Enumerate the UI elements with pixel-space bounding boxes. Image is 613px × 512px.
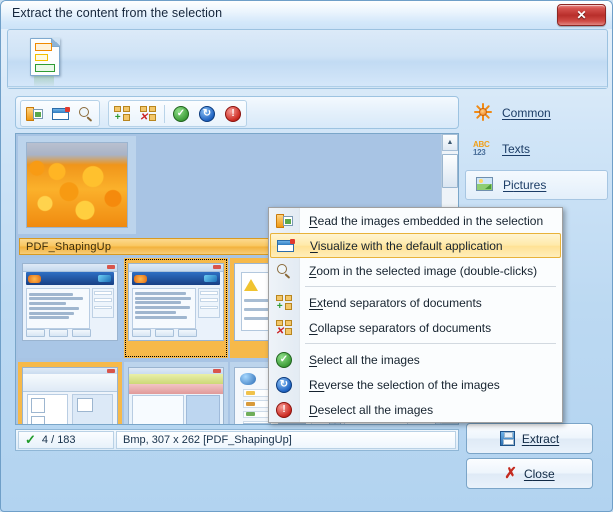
menu-separator bbox=[269, 283, 562, 290]
extract-button-label: Extract bbox=[521, 431, 560, 446]
list-item[interactable] bbox=[124, 258, 228, 358]
sidebar-item-common[interactable]: Common bbox=[465, 98, 608, 128]
menu-item-reverse-selection[interactable]: ↻ Reverse the selection of the images bbox=[269, 372, 562, 397]
group-separator-label: PDF_ShapingUp bbox=[26, 240, 112, 253]
menu-item-label: Deselect all the images bbox=[309, 402, 434, 417]
toolbar-collapse-separators-button[interactable]: ✕ bbox=[135, 101, 161, 126]
thumbnail-image bbox=[22, 367, 118, 424]
collapse-separators-icon: ✕ bbox=[139, 105, 157, 122]
toolbar-reverse-selection-button[interactable]: ↻ bbox=[194, 101, 220, 126]
dialog-window: Extract the content from the selection ✕ bbox=[0, 0, 613, 512]
sun-gear-icon bbox=[473, 103, 495, 122]
status-count-cell: ✓ 4 / 183 bbox=[18, 431, 114, 449]
menu-item-collapse-separators[interactable]: ✕ Collapse separators of documents bbox=[269, 315, 562, 340]
chevron-up-icon: ▲ bbox=[446, 139, 454, 146]
sidebar-item-texts[interactable]: ABC 123 Texts bbox=[465, 134, 608, 164]
menu-item-label: Visualize with the default application bbox=[310, 238, 503, 253]
thumbnail-image bbox=[22, 263, 118, 341]
green-check-circle-icon: ✓ bbox=[276, 351, 292, 368]
menu-item-label: Select all the images bbox=[309, 352, 420, 367]
visualize-window-icon bbox=[51, 106, 70, 122]
magnifier-icon bbox=[78, 106, 95, 122]
window-close-button[interactable]: ✕ bbox=[557, 4, 606, 26]
menu-item-extend-separators[interactable]: + Extend separators of documents bbox=[269, 290, 562, 315]
menu-item-label: Zoom in the selected image (double-click… bbox=[309, 263, 538, 278]
close-icon: ✕ bbox=[576, 8, 587, 22]
menu-item-label: Read the images embedded in the selectio… bbox=[309, 213, 544, 228]
extend-separators-icon: + bbox=[275, 294, 293, 311]
collapse-separators-icon: ✕ bbox=[275, 319, 293, 336]
menu-item-deselect-all[interactable]: ! Deselect all the images bbox=[269, 397, 562, 422]
sidebar-item-common-label: Common bbox=[502, 106, 551, 120]
red-exclamation-circle-icon: ! bbox=[276, 401, 292, 418]
thumbnail-image bbox=[26, 142, 128, 228]
list-item[interactable] bbox=[18, 258, 122, 358]
toolbar-select-all-button[interactable]: ✓ bbox=[168, 101, 194, 126]
extract-button[interactable]: Extract bbox=[466, 423, 593, 454]
magnifier-icon bbox=[276, 263, 293, 279]
menu-item-label: Collapse separators of documents bbox=[309, 320, 492, 335]
visualize-window-icon bbox=[277, 238, 295, 254]
picture-icon bbox=[474, 176, 496, 194]
list-item[interactable] bbox=[18, 362, 122, 424]
toolbar-visualize-button[interactable] bbox=[47, 101, 73, 126]
sidebar-item-pictures-label: Pictures bbox=[503, 178, 547, 192]
thumbnail-image bbox=[128, 263, 224, 341]
blue-arrow-circle-icon: ↻ bbox=[276, 376, 292, 393]
blue-arrow-circle-icon: ↻ bbox=[199, 105, 215, 122]
green-check-circle-icon: ✓ bbox=[173, 105, 189, 122]
scroll-up-button[interactable]: ▲ bbox=[442, 134, 458, 151]
toolbar-read-images-button[interactable] bbox=[21, 101, 47, 126]
menu-item-zoom-image[interactable]: Zoom in the selected image (double-click… bbox=[269, 258, 562, 283]
toolbar: + ✕ ✓ ↻ ! bbox=[15, 96, 459, 129]
floppy-save-icon bbox=[499, 431, 515, 446]
document-content-icon bbox=[30, 38, 62, 88]
red-exclamation-circle-icon: ! bbox=[225, 105, 241, 122]
status-info-label: Bmp, 307 x 262 [PDF_ShapingUp] bbox=[123, 434, 292, 446]
abc123-icon: ABC 123 bbox=[473, 140, 490, 157]
title-bar: Extract the content from the selection ✕ bbox=[1, 1, 612, 29]
toolbar-group-separators: + ✕ ✓ ↻ ! bbox=[108, 100, 247, 127]
menu-separator bbox=[269, 340, 562, 347]
read-images-icon bbox=[275, 213, 293, 229]
window-title: Extract the content from the selection bbox=[12, 6, 223, 20]
scrollbar-thumb[interactable] bbox=[442, 154, 458, 188]
close-button[interactable]: ✗ Close bbox=[466, 458, 593, 489]
menu-item-visualize[interactable]: Visualize with the default application bbox=[270, 233, 561, 258]
toolbar-deselect-all-button[interactable]: ! bbox=[220, 101, 246, 126]
list-item[interactable] bbox=[124, 362, 228, 424]
menu-item-select-all[interactable]: ✓ Select all the images bbox=[269, 347, 562, 372]
sidebar-item-texts-label: Texts bbox=[502, 142, 531, 156]
list-item[interactable] bbox=[18, 136, 136, 234]
extend-separators-icon: + bbox=[113, 105, 131, 122]
status-info-cell: Bmp, 307 x 262 [PDF_ShapingUp] bbox=[116, 431, 456, 449]
check-icon: ✓ bbox=[25, 432, 36, 447]
toolbar-divider bbox=[164, 104, 165, 123]
toolbar-extend-separators-button[interactable]: + bbox=[109, 101, 135, 126]
status-count-label: 4 / 183 bbox=[41, 434, 76, 446]
read-images-icon bbox=[25, 106, 43, 122]
status-bar: ✓ 4 / 183 Bmp, 307 x 262 [PDF_ShapingUp] bbox=[15, 429, 459, 451]
sidebar-item-pictures[interactable]: Pictures bbox=[465, 170, 608, 200]
header-band bbox=[7, 29, 608, 89]
menu-item-label: Reverse the selection of the images bbox=[309, 377, 500, 392]
context-menu: Read the images embedded in the selectio… bbox=[268, 207, 563, 423]
red-x-icon: ✗ bbox=[504, 465, 517, 482]
toolbar-group-view bbox=[20, 100, 100, 127]
menu-item-label: Extend separators of documents bbox=[309, 295, 482, 310]
toolbar-zoom-button[interactable] bbox=[73, 101, 99, 126]
thumbnail-image bbox=[128, 367, 224, 424]
menu-item-read-images[interactable]: Read the images embedded in the selectio… bbox=[269, 208, 562, 233]
close-button-label: Close bbox=[523, 466, 555, 481]
